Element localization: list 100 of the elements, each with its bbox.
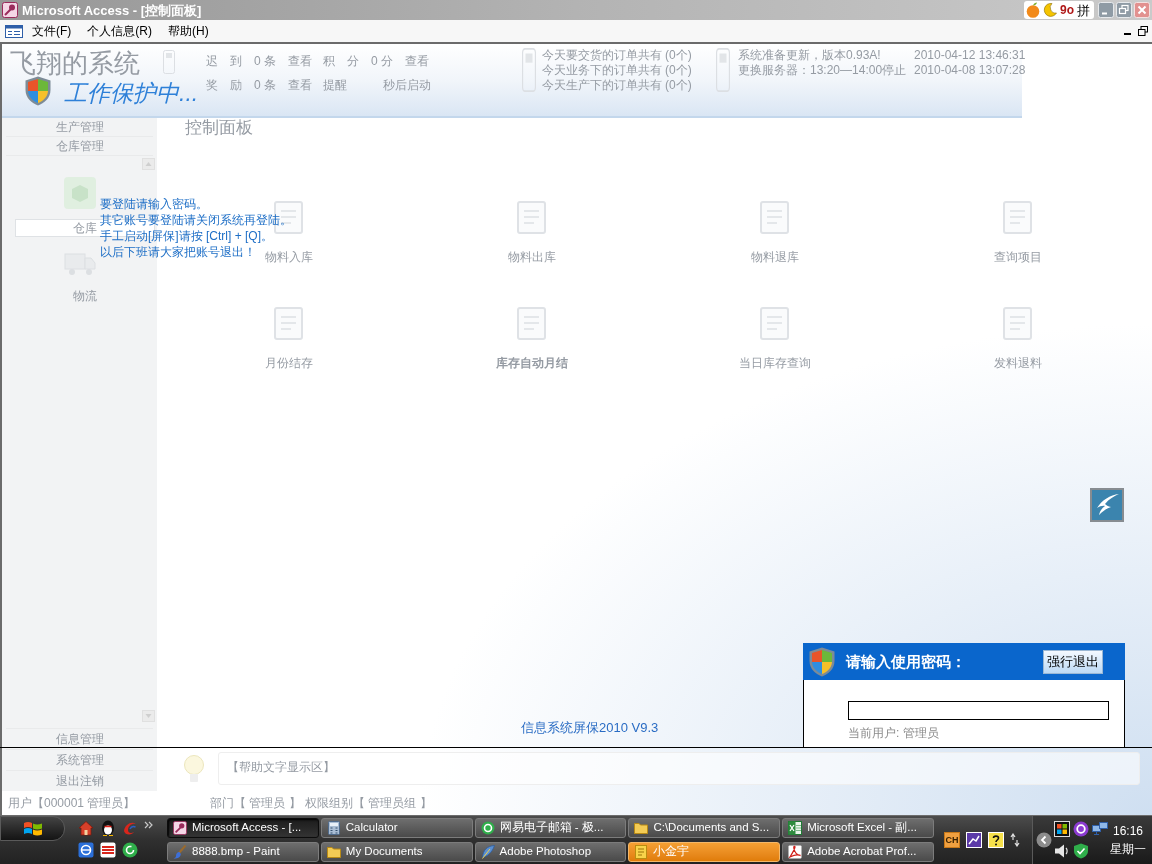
taskbar-button[interactable]: 网易电子邮箱 - 极... — [474, 818, 627, 838]
swirl-icon — [788, 845, 803, 859]
tile-label[interactable]: 物料入库 — [264, 249, 313, 265]
speaker-icon[interactable] — [1054, 843, 1070, 859]
app-logo-text: 飞翔的系统 — [10, 48, 140, 78]
menu-item[interactable]: 文件(F) — [24, 21, 80, 41]
note-icon — [634, 845, 649, 859]
tiles-icon[interactable] — [1054, 821, 1070, 837]
circle-icon[interactable] — [78, 842, 94, 858]
tile-label[interactable]: 当日库存查询 — [738, 355, 811, 371]
view-link[interactable]: 查看 — [288, 78, 312, 92]
flag-icon — [21, 819, 44, 838]
input-mode-toggle[interactable]: 拼 — [1077, 3, 1090, 17]
taskbar-button[interactable]: Microsoft Excel - 副... — [782, 818, 934, 838]
screensaver-title: 工作保护中... — [64, 80, 199, 106]
taskbar-button[interactable]: 小金宇 — [628, 842, 781, 862]
calculator-icon — [326, 821, 341, 835]
tile-label[interactable]: 库存自动月结 — [495, 355, 568, 371]
sidebar-section[interactable]: 仓库管理 — [6, 137, 153, 156]
language-indicator[interactable]: CH — [944, 832, 960, 848]
version-text: 信息系统屏保2010 V9.3 — [521, 720, 659, 736]
status-text: 权限组别【 管理员组 】 — [305, 796, 432, 810]
order-notice: 今天业务下的订单共有 — [542, 63, 662, 78]
help-text: 【帮助文字显示区】 — [227, 760, 335, 774]
reminder-suffix: 秒后启动 — [383, 78, 431, 92]
punctuation-toggle[interactable]: 9o — [1060, 4, 1074, 16]
taskbar-button[interactable]: 8888.bmp - Paint — [167, 842, 319, 862]
taskbar-button[interactable]: Calculator — [320, 818, 473, 838]
monitors-icon[interactable] — [1092, 821, 1108, 837]
window-title: Microsoft Access - [控制面板] — [22, 3, 202, 17]
list-icon — [163, 50, 175, 74]
view-link[interactable]: 查看 — [288, 54, 312, 68]
sidebar-section[interactable]: 系统管理 — [6, 749, 153, 770]
brush-icon — [173, 845, 187, 859]
shield-icon — [25, 76, 51, 106]
taskbar-button[interactable]: Microsoft Access - [... — [167, 818, 319, 838]
tile-label[interactable]: 物料出库 — [507, 249, 556, 265]
stat-label: 积 分 — [323, 54, 359, 68]
form-icon[interactable] — [5, 24, 23, 38]
reminder-label: 提醒 — [323, 78, 347, 92]
stat-value: 0 条 — [254, 54, 276, 68]
news-text: 系统准备更新，版本0.93A! — [738, 48, 881, 62]
feather-icon — [480, 845, 495, 859]
news-date: 2010-04-12 13:46:31 — [914, 48, 1026, 63]
chart-icon[interactable] — [966, 832, 982, 848]
stat-label: 奖 励 — [206, 78, 242, 92]
news-date: 2010-04-08 13:07:28 — [914, 63, 1026, 78]
expand-button[interactable] — [1036, 832, 1052, 848]
dialog-title: 请输入使用密码： — [846, 654, 966, 669]
view-link[interactable]: 查看 — [405, 54, 429, 68]
clock-weekday[interactable]: 星期一 — [1110, 842, 1146, 856]
taskbar-button[interactable]: Adobe Acrobat Prof... — [782, 842, 934, 862]
order-notice: 今天要交货的订单共有 — [542, 48, 662, 63]
stripes-icon[interactable] — [100, 842, 116, 858]
current-user-label: 当前用户: 管理员 — [848, 726, 940, 740]
taskbar-button[interactable]: My Documents — [320, 842, 473, 862]
sidebar-section[interactable]: 退出注销 — [6, 770, 153, 791]
sidebar-module[interactable]: 物流 — [14, 287, 155, 305]
force-exit-button[interactable]: 强行退出 — [1043, 649, 1103, 674]
key-icon — [173, 821, 187, 835]
menu-item[interactable]: 帮助(H) — [160, 21, 217, 41]
arrows-icon[interactable] — [1010, 833, 1020, 847]
spreadsheet-icon — [788, 821, 803, 835]
swoosh-button[interactable] — [1090, 488, 1124, 522]
lightbulb-icon — [183, 753, 205, 784]
folder-icon — [634, 821, 649, 835]
panel-title: 控制面板 — [185, 118, 253, 137]
screensaver-message: 以后下班请大家把账号退出！ — [100, 244, 256, 260]
folder-icon — [326, 845, 341, 859]
ring-icon[interactable] — [1073, 821, 1089, 837]
tile-label[interactable]: 发料退料 — [993, 355, 1042, 371]
sidebar-section[interactable]: 生产管理 — [6, 118, 153, 137]
password-field[interactable] — [848, 701, 1109, 720]
shield-icon[interactable] — [1073, 843, 1089, 859]
restore-button[interactable] — [1138, 26, 1148, 36]
chevron-icon[interactable] — [144, 821, 154, 829]
order-count: (0个) — [665, 48, 692, 63]
tile-label[interactable]: 月份结存 — [264, 355, 313, 371]
menu-item[interactable]: 个人信息(R) — [79, 21, 160, 41]
house-icon[interactable] — [78, 820, 94, 836]
stat-value: 0 条 — [254, 78, 276, 92]
clock-time[interactable]: 16:16 — [1113, 824, 1143, 838]
taskbar-button[interactable]: Adobe Photoshop — [474, 842, 627, 862]
order-notice: 今天生产下的订单共有 — [542, 78, 662, 93]
start-button[interactable] — [0, 816, 65, 841]
screensaver-message: 要登陆请输入密码。 — [100, 196, 208, 212]
tile-label[interactable]: 查询项目 — [993, 249, 1042, 265]
shield-icon — [809, 646, 835, 677]
penguin-icon[interactable] — [100, 820, 116, 836]
taskbar-button[interactable]: C:\Documents and S... — [628, 818, 781, 838]
help-icon[interactable] — [988, 832, 1004, 848]
swirl-icon[interactable] — [122, 820, 138, 836]
order-count: (0个) — [665, 63, 692, 78]
list-icon — [716, 48, 730, 92]
key-icon — [2, 2, 18, 18]
moon-icon[interactable] — [1043, 3, 1057, 17]
refresh-icon[interactable] — [122, 842, 138, 858]
status-text: 部门【 管理员 】 — [210, 796, 301, 810]
tile-label[interactable]: 物料退库 — [750, 249, 799, 265]
ring-icon — [480, 821, 495, 835]
